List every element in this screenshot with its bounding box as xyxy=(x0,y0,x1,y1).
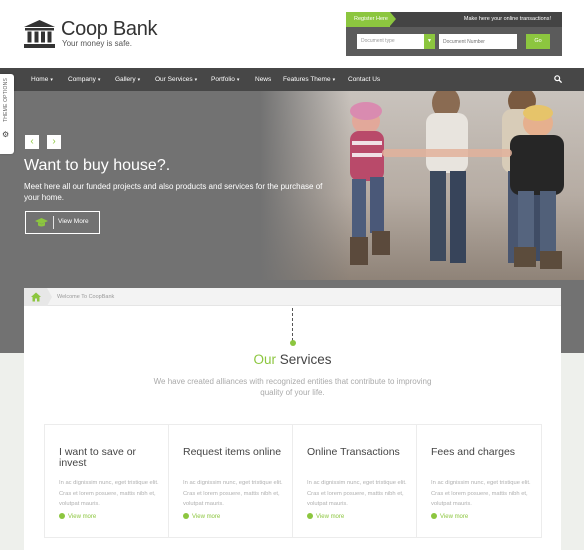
view-more-link[interactable]: View more xyxy=(183,513,220,520)
dotted-divider xyxy=(292,308,293,341)
service-card-title: Fees and charges xyxy=(431,446,516,458)
service-card: I want to save or invest In ac dignissim… xyxy=(45,425,169,537)
document-number-input[interactable] xyxy=(439,34,517,49)
brand-tagline: Your money is safe. xyxy=(62,39,132,48)
home-icon xyxy=(31,292,41,302)
view-more-link[interactable]: View more xyxy=(307,513,344,520)
nav-item-label: News xyxy=(255,76,272,83)
button-separator xyxy=(53,216,54,229)
view-more-button[interactable]: View More xyxy=(25,211,100,234)
slider-prev-button[interactable]: ‹ xyxy=(25,135,39,149)
plus-circle-icon xyxy=(431,513,437,519)
services-title-rest: Services xyxy=(279,352,332,367)
service-card: Online Transactions In ac dignissim nunc… xyxy=(293,425,417,537)
plus-circle-icon xyxy=(183,513,189,519)
view-more-link-label: View more xyxy=(316,514,345,520)
nav-item-gallery[interactable]: Gallery ▾ xyxy=(115,68,140,91)
nav-item-label: Contact Us xyxy=(348,76,381,83)
hero-slider: ‹ › Want to buy house?. Meet here all ou… xyxy=(0,91,584,280)
view-more-link-label: View more xyxy=(440,514,469,520)
plus-circle-icon xyxy=(307,513,313,519)
theme-options-tab[interactable]: THEME OPTIONS ⚙ xyxy=(0,74,14,154)
nav-item-news[interactable]: News xyxy=(255,68,271,91)
service-card-title: Request items online xyxy=(183,446,282,458)
services-subtitle: We have created alliances with recognize… xyxy=(153,377,432,397)
theme-options-label: THEME OPTIONS xyxy=(3,78,9,122)
service-card-text: In ac dignissim nunc, eget tristique eli… xyxy=(183,480,283,507)
brand-name[interactable]: Coop Bank xyxy=(61,18,158,41)
view-more-link[interactable]: View more xyxy=(59,513,96,520)
service-card: Request items online In ac dignissim nun… xyxy=(169,425,293,537)
site-header: Coop Bank Your money is safe. Register H… xyxy=(0,0,584,68)
nav-item-label: Our Services xyxy=(155,76,193,83)
caret-down-icon: ▾ xyxy=(332,77,336,83)
services-title: Our Services xyxy=(24,352,561,367)
go-button[interactable]: Go xyxy=(526,34,550,49)
gear-icon: ⚙ xyxy=(2,130,10,139)
breadcrumb-current: Welcome To CoopBank xyxy=(57,294,115,300)
document-type-select[interactable]: Document type ▼ xyxy=(357,34,435,49)
view-more-link-label: View more xyxy=(192,514,221,520)
online-banking-widget: Register Here Make here your online tran… xyxy=(346,12,562,56)
slider-next-button[interactable]: › xyxy=(47,135,61,149)
caret-down-icon: ▾ xyxy=(97,77,101,83)
document-type-placeholder: Document type xyxy=(361,38,395,44)
register-here-tab[interactable]: Register Here xyxy=(346,12,396,27)
search-icon[interactable] xyxy=(554,75,562,83)
bank-building-icon[interactable] xyxy=(24,20,55,48)
nav-item-label: Company xyxy=(68,76,96,83)
service-card-title: Online Transactions xyxy=(307,446,400,458)
service-card: Fees and charges In ac dignissim nunc, e… xyxy=(417,425,541,537)
service-cards: I want to save or invest In ac dignissim… xyxy=(44,424,542,538)
nav-item-features-theme[interactable]: Features Theme ▾ xyxy=(283,68,335,91)
breadcrumb: Welcome To CoopBank xyxy=(24,288,561,306)
view-more-link[interactable]: View more xyxy=(431,513,468,520)
nav-item-portfolio[interactable]: Portfolio ▾ xyxy=(211,68,239,91)
main-content: Welcome To CoopBank Our Services We have… xyxy=(24,288,561,550)
service-card-text: In ac dignissim nunc, eget tristique eli… xyxy=(431,480,531,507)
chevron-down-icon[interactable]: ▼ xyxy=(424,34,435,49)
hero-description: Meet here all our funded projects and al… xyxy=(24,182,323,202)
nav-item-our-services[interactable]: Our Services ▾ xyxy=(155,68,197,91)
caret-down-icon: ▾ xyxy=(50,77,53,83)
divider-dot xyxy=(289,340,296,346)
main-nav: Home ▾ Company ▾ Gallery ▾ Our Services ▾ Po… xyxy=(0,68,584,91)
breadcrumb-home[interactable] xyxy=(24,288,52,306)
view-more-link-label: View more xyxy=(68,514,97,520)
widget-slogan: Make here your online transactions! xyxy=(463,16,551,22)
nav-item-company[interactable]: Company ▾ xyxy=(68,68,100,91)
service-card-text: In ac dignissim nunc, eget tristique eli… xyxy=(307,480,407,507)
plus-circle-icon xyxy=(59,513,65,519)
nav-item-contact-us[interactable]: Contact Us xyxy=(348,68,380,91)
service-card-text: In ac dignissim nunc, eget tristique eli… xyxy=(59,480,159,507)
caret-down-icon: ▾ xyxy=(137,77,141,83)
services-title-accent: Our xyxy=(253,352,276,367)
hero-title: Want to buy house?. xyxy=(24,157,171,174)
nav-item-label: Features Theme xyxy=(283,76,331,83)
graduation-cap-icon xyxy=(35,218,48,227)
nav-item-label: Home xyxy=(31,76,49,83)
nav-item-label: Portfolio xyxy=(211,76,235,83)
nav-item-label: Gallery xyxy=(115,76,136,83)
caret-down-icon: ▾ xyxy=(194,77,198,83)
service-card-title: I want to save or invest xyxy=(59,446,137,469)
caret-down-icon: ▾ xyxy=(236,77,240,83)
nav-item-home[interactable]: Home ▾ xyxy=(31,68,53,91)
view-more-label: View More xyxy=(58,218,89,225)
